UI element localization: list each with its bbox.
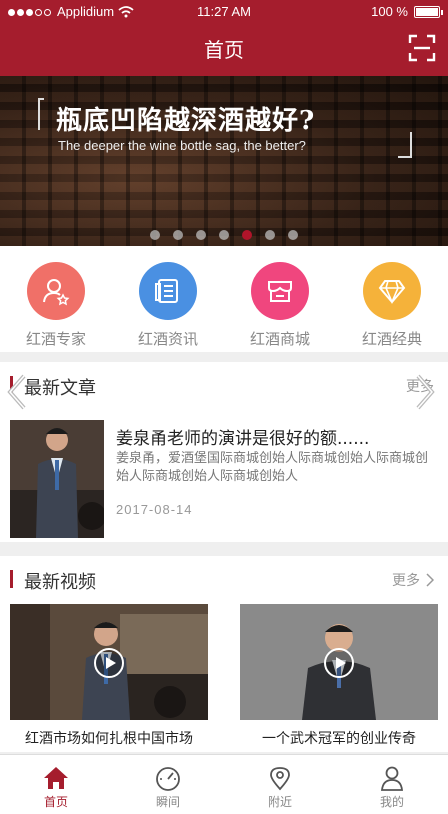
category-news[interactable]: 红酒资讯 <box>112 246 224 352</box>
app-header: Applidium 11:27 AM 100 % 首页 <box>0 0 448 76</box>
tab-label: 我的 <box>379 795 404 809</box>
bottom-tab-bar: 首页 瞬间 附近 我的 <box>0 754 448 814</box>
section-header: 最新文章 更多 <box>0 362 448 406</box>
banner-frame-top <box>38 98 44 130</box>
category-label: 红酒专家 <box>25 330 86 348</box>
video-caption: 一个武术冠军的创业传奇 <box>262 731 416 747</box>
articles-section: 最新文章 更多 姜泉甬老师的演讲是很好的额...... 姜泉甬，爱酒堡国际商城创… <box>0 362 448 542</box>
scan-icon[interactable] <box>408 34 436 62</box>
chevron-right-icon <box>426 573 434 587</box>
carousel-dot[interactable] <box>242 230 252 240</box>
category-expert[interactable]: 红酒专家 <box>0 246 112 352</box>
location-icon <box>270 767 290 791</box>
category-label: 红酒资讯 <box>137 330 198 348</box>
home-icon <box>44 767 68 789</box>
tab-label: 瞬间 <box>155 795 180 809</box>
section-accent-bar <box>10 570 13 588</box>
tab-home[interactable]: 首页 <box>0 755 112 814</box>
prev-arrow-icon[interactable] <box>6 372 28 412</box>
category-store[interactable]: 红酒商城 <box>224 246 336 352</box>
article-title: 姜泉甬老师的演讲是很好的额...... <box>116 429 370 449</box>
tab-nearby[interactable]: 附近 <box>224 755 336 814</box>
section-header: 最新视频 更多 <box>0 556 448 600</box>
tab-profile[interactable]: 我的 <box>336 755 448 814</box>
carousel-dot[interactable] <box>196 230 206 240</box>
page-title: 首页 <box>204 38 244 62</box>
category-label: 红酒商城 <box>249 330 310 348</box>
status-bar: Applidium 11:27 AM 100 % <box>0 0 448 24</box>
play-icon[interactable] <box>324 648 354 678</box>
carousel-dot[interactable] <box>219 230 229 240</box>
video-card[interactable]: 一个武术冠军的创业传奇 <box>240 604 438 754</box>
news-icon <box>139 262 197 320</box>
gauge-icon <box>156 767 180 791</box>
video-card[interactable]: 红酒市场如何扎根中国市场 <box>10 604 208 754</box>
carousel-dot[interactable] <box>150 230 160 240</box>
user-icon <box>381 766 403 791</box>
tab-label: 附近 <box>267 795 292 809</box>
videos-section: 最新视频 更多 红酒市场如何扎根中国市场 一个武术冠军的创业传奇 <box>0 556 448 752</box>
battery-label: 100 % <box>371 4 408 19</box>
banner-subline: The deeper the wine bottle sag, the bett… <box>58 138 306 153</box>
tab-moments[interactable]: 瞬间 <box>112 755 224 814</box>
battery-icon <box>414 5 443 18</box>
banner-headline: 瓶底凹陷越深酒越好? <box>56 106 316 136</box>
promo-banner[interactable]: 瓶底凹陷越深酒越好? The deeper the wine bottle sa… <box>0 76 448 246</box>
section-title: 最新视频 <box>24 572 96 593</box>
article-card[interactable]: 姜泉甬老师的演讲是很好的额...... 姜泉甬，爱酒堡国际商城创始人际商城创始人… <box>10 420 438 540</box>
store-icon <box>251 262 309 320</box>
play-icon[interactable] <box>94 648 124 678</box>
article-thumbnail <box>10 420 104 538</box>
video-caption: 红酒市场如何扎根中国市场 <box>25 731 193 747</box>
category-grid: 红酒专家 红酒资讯 红酒商城 红酒经典 <box>0 246 448 352</box>
more-label: 更多 <box>392 573 420 589</box>
expert-icon <box>27 262 85 320</box>
next-arrow-icon[interactable] <box>414 372 436 412</box>
category-classic[interactable]: 红酒经典 <box>336 246 448 352</box>
carousel-dot[interactable] <box>173 230 183 240</box>
more-link[interactable]: 更多 <box>392 570 434 590</box>
tab-label: 首页 <box>43 795 68 809</box>
article-description: 姜泉甬，爱酒堡国际商城创始人际商城创始人际商城创始人际商城创始人际商城创始人 <box>116 451 429 484</box>
article-date: 2017-08-14 <box>116 502 193 517</box>
banner-frame-bottom <box>398 132 412 158</box>
carousel-dot[interactable] <box>288 230 298 240</box>
banner-indicators[interactable] <box>0 230 448 240</box>
diamond-icon <box>363 262 421 320</box>
section-title: 最新文章 <box>24 378 96 399</box>
carousel-dot[interactable] <box>265 230 275 240</box>
category-label: 红酒经典 <box>361 330 422 348</box>
